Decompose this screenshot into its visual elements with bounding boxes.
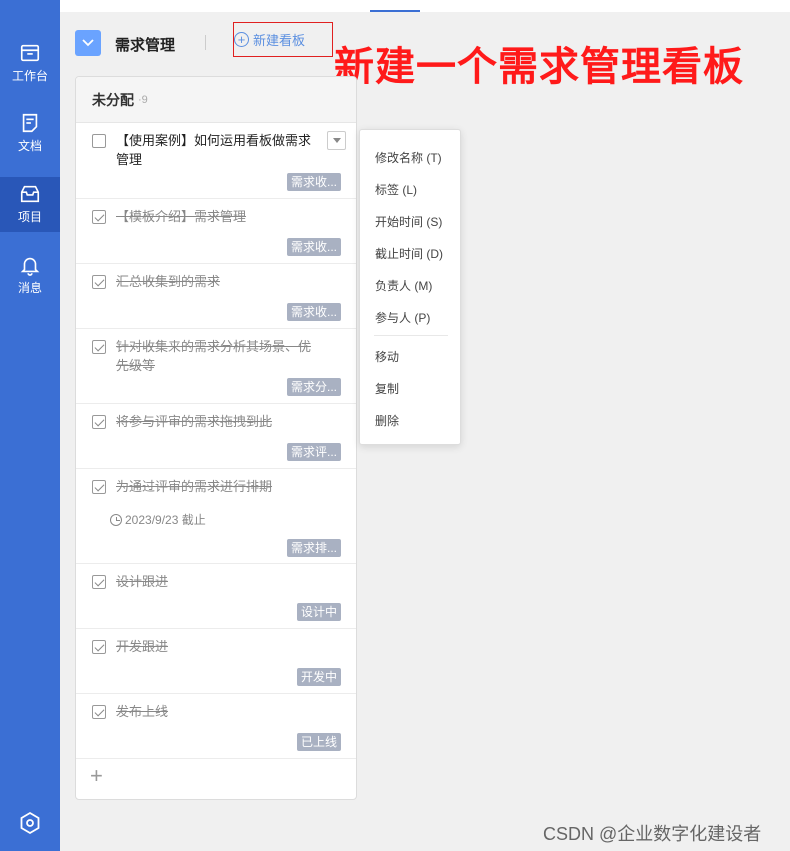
task-card[interactable]: 开发跟进 开发中 bbox=[76, 629, 356, 694]
task-checkbox[interactable] bbox=[92, 705, 106, 719]
document-icon bbox=[22, 113, 38, 133]
sidebar-item-label: 文档 bbox=[17, 139, 42, 153]
menu-item-due-time[interactable]: 截止时间 (D) bbox=[375, 245, 443, 262]
task-title: 为通过评审的需求进行排期 bbox=[116, 479, 273, 494]
header-divider bbox=[205, 35, 206, 50]
active-tab-indicator bbox=[370, 10, 420, 12]
task-tag: 需求排... bbox=[286, 539, 341, 557]
task-checkbox[interactable] bbox=[92, 575, 106, 589]
menu-item-tag[interactable]: 标签 (L) bbox=[375, 181, 417, 198]
task-tag: 需求分... bbox=[286, 378, 341, 396]
menu-divider bbox=[374, 335, 448, 336]
add-task-button[interactable]: + bbox=[90, 765, 103, 787]
task-checkbox[interactable] bbox=[92, 210, 106, 224]
due-date-text: 2023/9/23 截止 bbox=[125, 513, 206, 527]
project-box-icon bbox=[20, 185, 40, 203]
task-title: 发布上线 bbox=[116, 704, 169, 719]
sidebar-item-docs[interactable]: 文档 bbox=[0, 106, 60, 161]
column-header[interactable]: 未分配 ·9 bbox=[76, 77, 356, 123]
sidebar-item-messages[interactable]: 消息 bbox=[0, 248, 60, 303]
new-board-label: 新建看板 bbox=[253, 33, 306, 48]
inbox-tray-icon bbox=[20, 44, 40, 62]
task-card[interactable]: 【使用案例】如何运用看板做需求管理 需求收... bbox=[76, 123, 356, 199]
menu-item-delete[interactable]: 删除 bbox=[375, 412, 399, 429]
watermark: CSDN @企业数字化建设者 bbox=[543, 824, 762, 844]
task-tag: 需求收... bbox=[286, 238, 341, 256]
sidebar-item-projects[interactable]: 项目 bbox=[0, 177, 60, 232]
clock-icon bbox=[110, 513, 122, 526]
menu-item-copy[interactable]: 复制 bbox=[375, 380, 399, 397]
task-tag: 开发中 bbox=[296, 668, 341, 686]
task-checkbox[interactable] bbox=[92, 340, 106, 354]
task-title: 汇总收集到的需求 bbox=[116, 274, 221, 289]
board-column: 未分配 ·9 【使用案例】如何运用看板做需求管理 需求收... 【模板介绍】需求… bbox=[75, 76, 357, 800]
task-card[interactable]: 发布上线 已上线 bbox=[76, 694, 356, 759]
task-title: 将参与评审的需求拖拽到此 bbox=[116, 414, 273, 429]
menu-item-assignee[interactable]: 负责人 (M) bbox=[375, 277, 432, 294]
task-checkbox[interactable] bbox=[92, 480, 106, 494]
task-title: 设计跟进 bbox=[116, 574, 169, 589]
task-context-menu: 修改名称 (T) 标签 (L) 开始时间 (S) 截止时间 (D) 负责人 (M… bbox=[359, 129, 461, 445]
new-board-button[interactable]: + 新建看板 bbox=[233, 22, 333, 57]
column-count: ·9 bbox=[138, 93, 148, 106]
task-tag: 需求收... bbox=[286, 173, 341, 191]
task-card[interactable]: 设计跟进 设计中 bbox=[76, 564, 356, 629]
top-strip bbox=[60, 0, 790, 12]
task-card[interactable]: 【模板介绍】需求管理 需求收... bbox=[76, 199, 356, 264]
sidebar: 工作台 文档 项目 消息 bbox=[0, 0, 60, 851]
task-tag: 已上线 bbox=[296, 733, 341, 751]
task-due-date: 2023/9/23 截止 bbox=[110, 511, 206, 528]
task-title: 开发跟进 bbox=[116, 639, 169, 654]
menu-item-start-time[interactable]: 开始时间 (S) bbox=[375, 213, 442, 230]
bell-icon bbox=[20, 257, 40, 276]
task-card[interactable]: 针对收集来的需求分析其场景、优先级等 需求分... bbox=[76, 329, 356, 404]
settings-hexagon-icon[interactable] bbox=[18, 811, 42, 835]
task-menu-dropdown[interactable] bbox=[327, 131, 346, 150]
sidebar-item-label: 项目 bbox=[17, 210, 42, 224]
task-title: 针对收集来的需求分析其场景、优先级等 bbox=[116, 339, 312, 373]
sidebar-item-label: 消息 bbox=[17, 281, 42, 295]
task-tag: 需求收... bbox=[286, 303, 341, 321]
plus-circle-icon: + bbox=[234, 32, 249, 47]
task-checkbox[interactable] bbox=[92, 134, 106, 148]
task-checkbox[interactable] bbox=[92, 275, 106, 289]
menu-item-rename[interactable]: 修改名称 (T) bbox=[375, 149, 442, 166]
task-card[interactable]: 将参与评审的需求拖拽到此 需求评... bbox=[76, 404, 356, 469]
project-toggle-button[interactable] bbox=[75, 30, 101, 56]
chevron-down-icon bbox=[82, 39, 94, 47]
task-checkbox[interactable] bbox=[92, 415, 106, 429]
task-card[interactable]: 汇总收集到的需求 需求收... bbox=[76, 264, 356, 329]
column-title: 未分配 bbox=[92, 91, 134, 108]
menu-item-participants[interactable]: 参与人 (P) bbox=[375, 309, 430, 326]
sidebar-item-label: 工作台 bbox=[11, 69, 48, 83]
task-tag: 设计中 bbox=[296, 603, 341, 621]
task-checkbox[interactable] bbox=[92, 640, 106, 654]
sidebar-item-workbench[interactable]: 工作台 bbox=[0, 36, 60, 91]
menu-item-move[interactable]: 移动 bbox=[375, 348, 399, 365]
task-tag: 需求评... bbox=[286, 443, 341, 461]
task-title: 【模板介绍】需求管理 bbox=[116, 209, 247, 224]
task-card[interactable]: 为通过评审的需求进行排期 2023/9/23 截止 需求排... bbox=[76, 469, 356, 564]
project-title: 需求管理 bbox=[115, 37, 176, 54]
task-title: 【使用案例】如何运用看板做需求管理 bbox=[116, 133, 312, 167]
annotation-text: 新建一个需求管理看板 bbox=[334, 45, 744, 89]
